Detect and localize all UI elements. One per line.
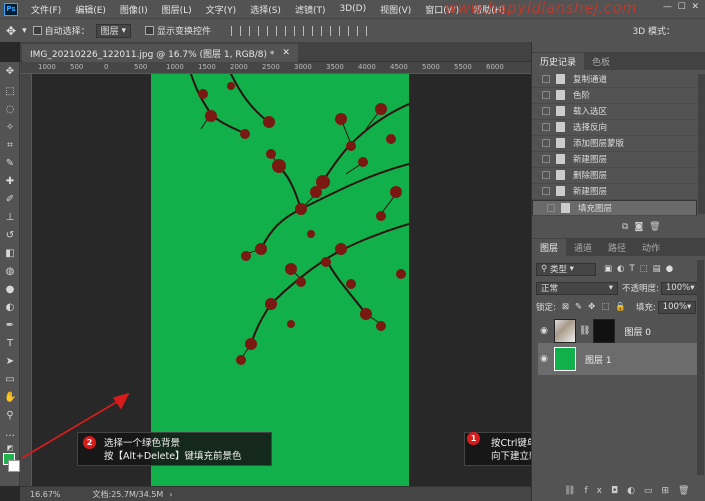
history-item[interactable]: 载入选区 [532, 104, 697, 120]
history-item[interactable]: 选择反向 [532, 120, 697, 136]
document-size: 文档:25.7M/34.5M [92, 489, 164, 499]
history-checkbox[interactable] [542, 171, 550, 180]
history-item-label: 添加图层蒙版 [573, 139, 625, 150]
filter-icons[interactable]: ▣◐T⬚▤● [604, 264, 678, 274]
history-checkbox[interactable] [547, 203, 555, 212]
filter-kind: 类型 [549, 265, 567, 275]
tab-history[interactable]: 历史记录 [532, 53, 585, 70]
visibility-eye-icon[interactable]: ◉ [538, 326, 550, 336]
history-footer-icons: ⧉◙🗑 [622, 222, 667, 232]
layer-thumbnail [554, 347, 576, 371]
history-step-icon [556, 170, 565, 181]
history-item-label: 删除图层 [573, 171, 608, 182]
zoom-level[interactable]: 16.67% [30, 490, 61, 499]
history-checkbox[interactable] [542, 139, 550, 148]
history-item-label: 新建图层 [573, 155, 608, 166]
history-item-label: 复制通道 [573, 75, 608, 86]
history-step-icon [556, 138, 565, 149]
history-step-icon [556, 122, 565, 133]
layer-row-selected[interactable]: ◉ 图层 1 [538, 343, 698, 375]
lock-icons[interactable]: ⊠✎✥⬚🔒 [562, 302, 632, 312]
history-item-label: 色阶 [573, 91, 591, 102]
blend-row: 正常 ▾ 不透明度: 100% ▾ [536, 280, 700, 296]
history-step-icon [556, 186, 565, 197]
opacity-value: 100% [665, 283, 691, 293]
layer-thumbnail [554, 319, 576, 343]
lock-row: 锁定: ⊠✎✥⬚🔒 填充: 100% ▾ [536, 299, 697, 315]
layers-footer-icons: ⛓fx◘◐▭⊞🗑 [564, 486, 698, 496]
status-bar: 16.67% 文档:25.7M/34.5M › [20, 486, 531, 501]
history-item[interactable]: 新建图层 [532, 184, 697, 200]
fx-icon[interactable]: fx [584, 486, 611, 496]
blend-mode: 正常 [541, 284, 559, 294]
fill-input[interactable]: 100% ▾ [657, 300, 697, 314]
blend-mode-dropdown[interactable]: 正常 ▾ [536, 281, 618, 295]
layer-mask-thumbnail[interactable] [593, 319, 616, 343]
tab-actions[interactable]: 动作 [634, 239, 668, 256]
history-item-label: 载入选区 [573, 107, 608, 118]
layer-filter-row: ⚲ 类型 ▾ ▣◐T⬚▤● [536, 261, 678, 277]
layer-filter-dropdown[interactable]: ⚲ 类型 ▾ [536, 262, 596, 276]
history-item-label: 新建图层 [573, 187, 608, 198]
new-snapshot-icon[interactable]: ⧉ [622, 222, 634, 232]
status-arrow-icon[interactable]: › [169, 490, 172, 499]
history-item[interactable]: 添加图层蒙版 [532, 136, 697, 152]
fill-label: 填充: [635, 303, 656, 313]
opacity-label: 不透明度: [622, 284, 659, 294]
history-checkbox[interactable] [542, 91, 550, 100]
camera-icon[interactable]: ◙ [634, 222, 649, 232]
history-item-label: 填充图层 [578, 203, 613, 214]
history-step-icon [556, 74, 565, 85]
history-item-selected[interactable]: 填充图层 [532, 200, 697, 216]
opacity-input[interactable]: 100% ▾ [660, 281, 700, 295]
tab-swatches[interactable]: 色板 [584, 53, 618, 70]
history-step-icon [556, 106, 565, 117]
history-item[interactable]: 新建图层 [532, 152, 697, 168]
history-step-icon [556, 90, 565, 101]
right-panels: 历史记录 色板 复制通道 色阶 载入选区 选择反向 添加图层蒙版 新建图层 删除… [531, 42, 705, 501]
link-layers-icon[interactable]: ⛓ [564, 486, 584, 496]
history-checkbox[interactable] [542, 123, 550, 132]
delete-history-icon[interactable]: 🗑 [649, 222, 666, 232]
history-checkbox[interactable] [542, 75, 550, 84]
layer-name[interactable]: 图层 0 [624, 325, 651, 338]
layers-scrollbar[interactable] [697, 260, 704, 475]
add-mask-icon[interactable]: ◘ [611, 486, 627, 496]
history-checkbox[interactable] [542, 107, 550, 116]
history-item-label: 选择反向 [573, 123, 608, 134]
fill-value: 100% [662, 302, 688, 312]
history-step-icon [561, 202, 570, 213]
history-scrollbar[interactable] [698, 74, 705, 214]
new-layer-icon[interactable]: ⊞ [661, 486, 678, 496]
layer-chain-icon[interactable]: ⛓ [579, 326, 590, 336]
tab-channels[interactable]: 通道 [566, 239, 600, 256]
history-item[interactable]: 删除图层 [532, 168, 697, 184]
history-item[interactable]: 色阶 [532, 88, 697, 104]
history-item[interactable]: 复制通道 [532, 72, 697, 88]
layer-name[interactable]: 图层 1 [585, 353, 612, 366]
group-folder-icon[interactable]: ▭ [644, 486, 662, 496]
layers-panel-tabs: 图层 通道 路径 动作 [532, 238, 705, 256]
lock-label: 锁定: [536, 303, 556, 313]
visibility-eye-icon[interactable]: ◉ [538, 354, 550, 364]
tab-layers[interactable]: 图层 [532, 239, 567, 256]
delete-layer-icon[interactable]: 🗑 [678, 486, 698, 496]
history-step-icon [556, 154, 565, 165]
history-checkbox[interactable] [542, 155, 550, 164]
history-list: 复制通道 色阶 载入选区 选择反向 添加图层蒙版 新建图层 删除图层 新建图层 … [532, 72, 705, 220]
tab-paths[interactable]: 路径 [600, 239, 634, 256]
history-panel-tabs: 历史记录 色板 [532, 52, 705, 70]
adjustment-layer-icon[interactable]: ◐ [627, 486, 644, 496]
history-checkbox[interactable] [542, 187, 550, 196]
